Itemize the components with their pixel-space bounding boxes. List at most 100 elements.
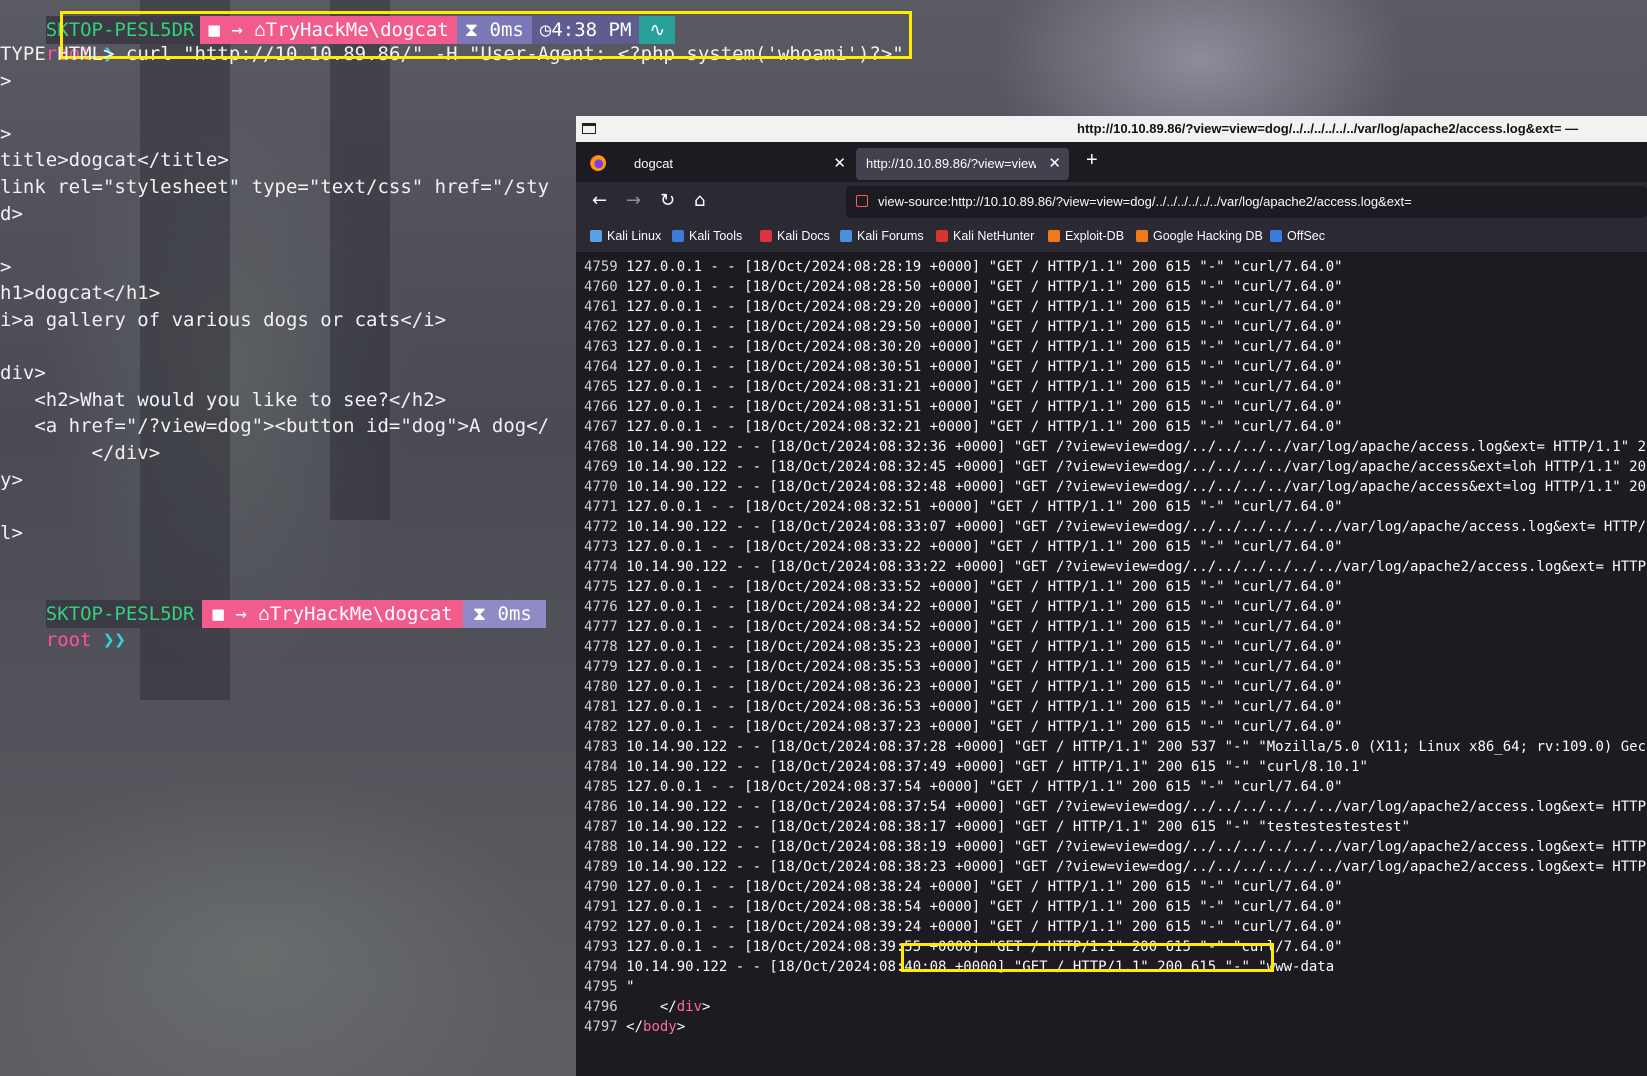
line-text: 127.0.0.1 - - [18/Oct/2024:08:28:19 +000… <box>617 259 1343 275</box>
source-line: 4764 127.0.0.1 - - [18/Oct/2024:08:30:51… <box>584 357 1343 377</box>
bookmark-favicon-icon <box>840 230 852 242</box>
tab-strip: dogcat ✕ http://10.10.89.86/?view=view ✕… <box>576 142 1647 182</box>
line-number: 4772 <box>584 519 618 535</box>
source-line: 4780 127.0.0.1 - - [18/Oct/2024:08:36:23… <box>584 677 1343 697</box>
line-text: 127.0.0.1 - - [18/Oct/2024:08:32:51 +000… <box>617 499 1343 515</box>
window-titlebar[interactable]: http://10.10.89.86/?view=view=dog/../../… <box>576 116 1647 142</box>
source-line: 4792 127.0.0.1 - - [18/Oct/2024:08:39:24… <box>584 917 1343 937</box>
line-number: 4797 <box>584 1019 618 1035</box>
line-number: 4792 <box>584 919 618 935</box>
terminal-output-line: TYPE HTML> <box>0 43 115 65</box>
back-button[interactable]: ← <box>592 190 607 211</box>
source-line: 4775 127.0.0.1 - - [18/Oct/2024:08:33:52… <box>584 577 1343 597</box>
source-line: 4776 127.0.0.1 - - [18/Oct/2024:08:34:22… <box>584 597 1343 617</box>
source-line: 4790 127.0.0.1 - - [18/Oct/2024:08:38:24… <box>584 877 1343 897</box>
line-text: 127.0.0.1 - - [18/Oct/2024:08:38:54 +000… <box>617 899 1343 915</box>
line-number: 4793 <box>584 939 618 955</box>
line-number: 4759 <box>584 259 618 275</box>
line-text: 127.0.0.1 - - [18/Oct/2024:08:34:52 +000… <box>617 619 1343 635</box>
line-number: 4768 <box>584 439 618 455</box>
window-title: http://10.10.89.86/?view=view=dog/../../… <box>1077 121 1579 136</box>
terminal-output-line: </div> <box>0 442 161 464</box>
source-line: 4761 127.0.0.1 - - [18/Oct/2024:08:29:20… <box>584 297 1343 317</box>
terminal-window[interactable]: SKTOP-PESL5DR ■ → ⌂TryHackMe\dogcat ⧗ 0ms ◷… <box>0 0 912 700</box>
bookmark-favicon-icon <box>590 230 602 242</box>
source-line: 4786 10.14.90.122 - - [18/Oct/2024:08:37… <box>584 797 1647 817</box>
bookmark-kali-nethunter[interactable]: Kali NetHunter <box>936 229 1034 243</box>
line-text: 10.14.90.122 - - [18/Oct/2024:08:32:36 +… <box>617 439 1647 455</box>
line-number: 4796 <box>584 999 618 1015</box>
bookmark-google-hacking-db[interactable]: Google Hacking DB <box>1136 229 1263 243</box>
line-number: 4771 <box>584 499 618 515</box>
bookmark-offsec[interactable]: OffSec <box>1270 229 1325 243</box>
url-bar[interactable]: view-source:http://10.10.89.86/?view=vie… <box>846 186 1647 218</box>
line-number: 4764 <box>584 359 618 375</box>
close-icon[interactable]: ✕ <box>1048 154 1061 172</box>
html-tag-close: > <box>676 1019 686 1035</box>
line-text: 10.14.90.122 - - [18/Oct/2024:08:32:48 +… <box>617 479 1647 495</box>
bookmark-kali-forums[interactable]: Kali Forums <box>840 229 924 243</box>
line-number: 4770 <box>584 479 618 495</box>
source-line: 4759 127.0.0.1 - - [18/Oct/2024:08:28:19… <box>584 257 1343 277</box>
line-number: 4779 <box>584 659 618 675</box>
line-text: 10.14.90.122 - - [18/Oct/2024:08:33:22 +… <box>617 559 1647 575</box>
source-line: 4781 127.0.0.1 - - [18/Oct/2024:08:36:53… <box>584 697 1343 717</box>
reload-button[interactable]: ↻ <box>660 190 675 211</box>
line-number: 4781 <box>584 699 618 715</box>
url-text[interactable]: view-source:http://10.10.89.86/?view=vie… <box>878 194 1412 209</box>
html-tag-close: > <box>702 999 711 1015</box>
line-number: 4780 <box>584 679 618 695</box>
firefox-icon[interactable] <box>590 155 606 171</box>
close-icon[interactable]: ✕ <box>833 154 846 172</box>
line-number: 4778 <box>584 639 618 655</box>
html-tag-name: body <box>643 1019 677 1035</box>
bookmark-kali-linux[interactable]: Kali Linux <box>590 229 661 243</box>
bookmark-favicon-icon <box>1270 230 1282 242</box>
line-number: 4790 <box>584 879 618 895</box>
forward-button[interactable]: → <box>626 190 641 211</box>
tab-view-source[interactable]: http://10.10.89.86/?view=view ✕ <box>856 148 1069 180</box>
line-number: 4761 <box>584 299 618 315</box>
line-text: 127.0.0.1 - - [18/Oct/2024:08:29:50 +000… <box>617 319 1343 335</box>
terminal-output-line: i>a gallery of various dogs or cats</i> <box>0 309 447 331</box>
insecure-lock-icon[interactable] <box>856 195 868 207</box>
bookmark-favicon-icon <box>672 230 684 242</box>
source-line: 4789 10.14.90.122 - - [18/Oct/2024:08:38… <box>584 857 1647 877</box>
bookmark-favicon-icon <box>936 230 948 242</box>
terminal-input-line[interactable]: root ❯❯ <box>0 601 126 651</box>
line-text: 127.0.0.1 - - [18/Oct/2024:08:30:20 +000… <box>617 339 1343 355</box>
source-line: 4772 10.14.90.122 - - [18/Oct/2024:08:33… <box>584 517 1647 537</box>
prompt-chevron-icon: ❯❯ <box>102 629 126 651</box>
line-number: 4782 <box>584 719 618 735</box>
bookmark-kali-docs[interactable]: Kali Docs <box>760 229 830 243</box>
home-button[interactable]: ⌂ <box>694 190 705 211</box>
source-line: 4784 10.14.90.122 - - [18/Oct/2024:08:37… <box>584 757 1368 777</box>
command-highlight-box <box>60 11 912 59</box>
line-text: 10.14.90.122 - - [18/Oct/2024:08:37:28 +… <box>617 739 1647 755</box>
bookmark-favicon-icon <box>1136 230 1148 242</box>
bookmark-exploit-db[interactable]: Exploit-DB <box>1048 229 1124 243</box>
line-number: 4787 <box>584 819 618 835</box>
source-line: 4760 127.0.0.1 - - [18/Oct/2024:08:28:50… <box>584 277 1343 297</box>
tab-label: http://10.10.89.86/?view=view <box>866 156 1036 171</box>
terminal-output-line: h1>dogcat</h1> <box>0 282 161 305</box>
source-line: 4795 " <box>584 977 635 997</box>
folder-icon: ■ <box>212 603 224 625</box>
bookmark-label: Kali Linux <box>607 229 662 243</box>
tab-label: dogcat <box>634 156 674 171</box>
source-line: 4779 127.0.0.1 - - [18/Oct/2024:08:35:53… <box>584 657 1343 677</box>
source-line: 4774 10.14.90.122 - - [18/Oct/2024:08:33… <box>584 557 1647 577</box>
line-text: 10.14.90.122 - - [18/Oct/2024:08:32:45 +… <box>617 459 1647 475</box>
tab-dogcat[interactable]: dogcat ✕ <box>624 148 854 180</box>
bookmark-label: Exploit-DB <box>1065 229 1125 243</box>
line-text: 127.0.0.1 - - [18/Oct/2024:08:33:52 +000… <box>617 579 1343 595</box>
prompt-user: root <box>45 629 92 651</box>
line-text: 127.0.0.1 - - [18/Oct/2024:08:31:21 +000… <box>617 379 1343 395</box>
new-tab-button[interactable]: + <box>1086 149 1098 172</box>
prompt-duration: 0ms <box>497 603 532 625</box>
bookmark-kali-tools[interactable]: Kali Tools <box>672 229 742 243</box>
source-line: 4791 127.0.0.1 - - [18/Oct/2024:08:38:54… <box>584 897 1343 917</box>
source-line: 4770 10.14.90.122 - - [18/Oct/2024:08:32… <box>584 477 1647 497</box>
browser-window[interactable]: http://10.10.89.86/?view=view=dog/../../… <box>576 116 1647 1076</box>
www-data-highlight-box <box>901 943 1274 972</box>
